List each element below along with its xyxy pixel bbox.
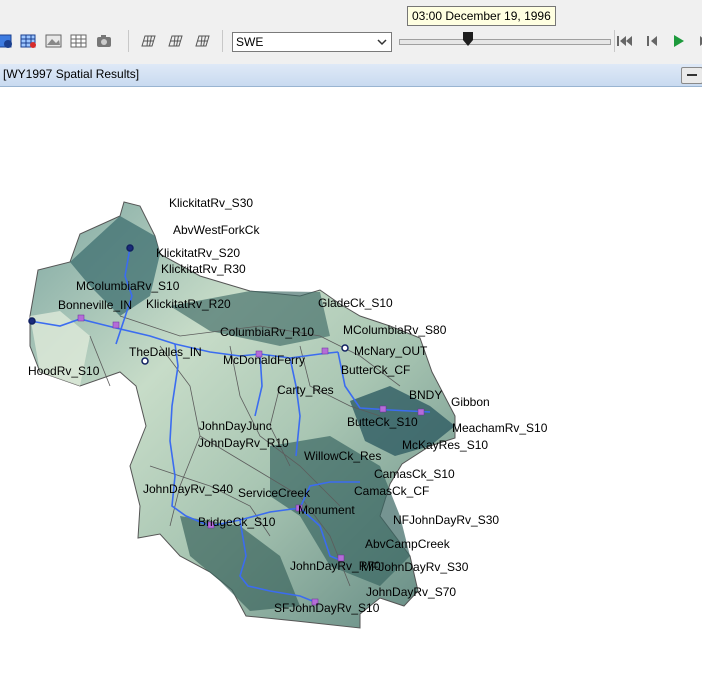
toolbar-separator [222, 30, 223, 52]
map-view[interactable]: KlickitatRv_S30 AbvWestForkCk KlickitatR… [0, 86, 702, 676]
map-label[interactable]: TheDalles_IN [129, 345, 202, 359]
map-label[interactable]: ColumbiaRv_R10 [220, 325, 314, 339]
map-label[interactable]: ServiceCreek [238, 486, 311, 500]
rewind-icon[interactable] [616, 32, 634, 50]
variable-select[interactable]: SWE [232, 32, 392, 52]
map-label[interactable]: JohnDayRv_S70 [366, 585, 456, 599]
step-back-icon[interactable] [643, 32, 661, 50]
window-titlebar: [WY1997 Spatial Results] [0, 64, 702, 87]
map-layer-icon[interactable] [0, 33, 14, 49]
map-label[interactable]: KlickitatRv_R20 [146, 297, 231, 311]
table-icon[interactable] [70, 33, 88, 49]
map-grid-icon[interactable] [20, 33, 38, 49]
map-label[interactable]: McKayRes_S10 [402, 438, 488, 452]
map-label[interactable]: HoodRv_S10 [28, 364, 100, 378]
toolbar-separator [128, 30, 129, 52]
map-label[interactable]: SFJohnDayRv_S10 [274, 601, 380, 615]
map-label[interactable]: CamasCk_S10 [374, 467, 455, 481]
map-image-icon[interactable] [45, 33, 63, 49]
map-label[interactable]: AbvWestForkCk [173, 223, 260, 237]
step-forward-icon[interactable] [696, 32, 702, 50]
map-label[interactable]: WillowCk_Res [304, 449, 381, 463]
map-label[interactable]: KlickitatRv_S20 [156, 246, 240, 260]
map-label[interactable]: Carty_Res [277, 383, 334, 397]
map-label[interactable]: Gibbon [451, 395, 490, 409]
map-label[interactable]: ButteCk_S10 [347, 415, 418, 429]
play-icon[interactable] [669, 32, 687, 50]
globe-grid-3-icon[interactable] [194, 33, 212, 49]
map-label[interactable]: KlickitatRv_R30 [161, 262, 246, 276]
map-label[interactable]: MColumbiaRv_S10 [76, 279, 180, 293]
map-label[interactable]: BridgeCk_S10 [198, 515, 276, 529]
minimize-icon [687, 74, 697, 76]
window-title: [WY1997 Spatial Results] [3, 67, 140, 81]
map-label[interactable]: BNDY [409, 388, 442, 402]
time-slider[interactable] [397, 31, 612, 51]
map-label[interactable]: MeachamRv_S10 [452, 421, 548, 435]
globe-grid-2-icon[interactable] [167, 33, 185, 49]
map-label[interactable]: JohnDayRv_S40 [143, 482, 233, 496]
variable-select-value: SWE [236, 35, 264, 49]
chevron-down-icon [377, 39, 387, 46]
globe-grid-icon[interactable] [140, 33, 158, 49]
map-label[interactable]: JohnDayJunc [199, 419, 272, 433]
toolbar: 03:00 December 19, 1996 SWE [0, 0, 702, 65]
minimize-button[interactable] [681, 67, 702, 84]
map-label[interactable]: MColumbiaRv_S80 [343, 323, 447, 337]
time-slider-track[interactable] [399, 39, 611, 45]
map-label[interactable]: JohnDayRv_R10 [198, 436, 289, 450]
map-label[interactable]: Bonneville_IN [58, 298, 132, 312]
map-label[interactable]: GladeCk_S10 [318, 296, 393, 310]
time-slider-thumb[interactable] [462, 31, 474, 47]
watershed-map[interactable]: KlickitatRv_S30 AbvWestForkCk KlickitatR… [0, 86, 702, 676]
map-label[interactable]: Monument [298, 503, 355, 517]
map-label[interactable]: McDonaldFerry [223, 353, 305, 367]
map-label[interactable]: McNary_OUT [354, 344, 428, 358]
map-label[interactable]: NFJohnDayRv_S30 [393, 513, 499, 527]
time-tooltip: 03:00 December 19, 1996 [407, 6, 556, 26]
map-label[interactable]: ButterCk_CF [341, 363, 410, 377]
map-label[interactable]: KlickitatRv_S30 [169, 196, 253, 210]
map-label[interactable]: CamasCk_CF [354, 484, 429, 498]
map-label[interactable]: MFJohnDayRv_S30 [361, 560, 469, 574]
toolbar-separator [614, 30, 615, 52]
camera-icon[interactable] [96, 33, 114, 49]
map-label[interactable]: AbvCampCreek [365, 537, 451, 551]
